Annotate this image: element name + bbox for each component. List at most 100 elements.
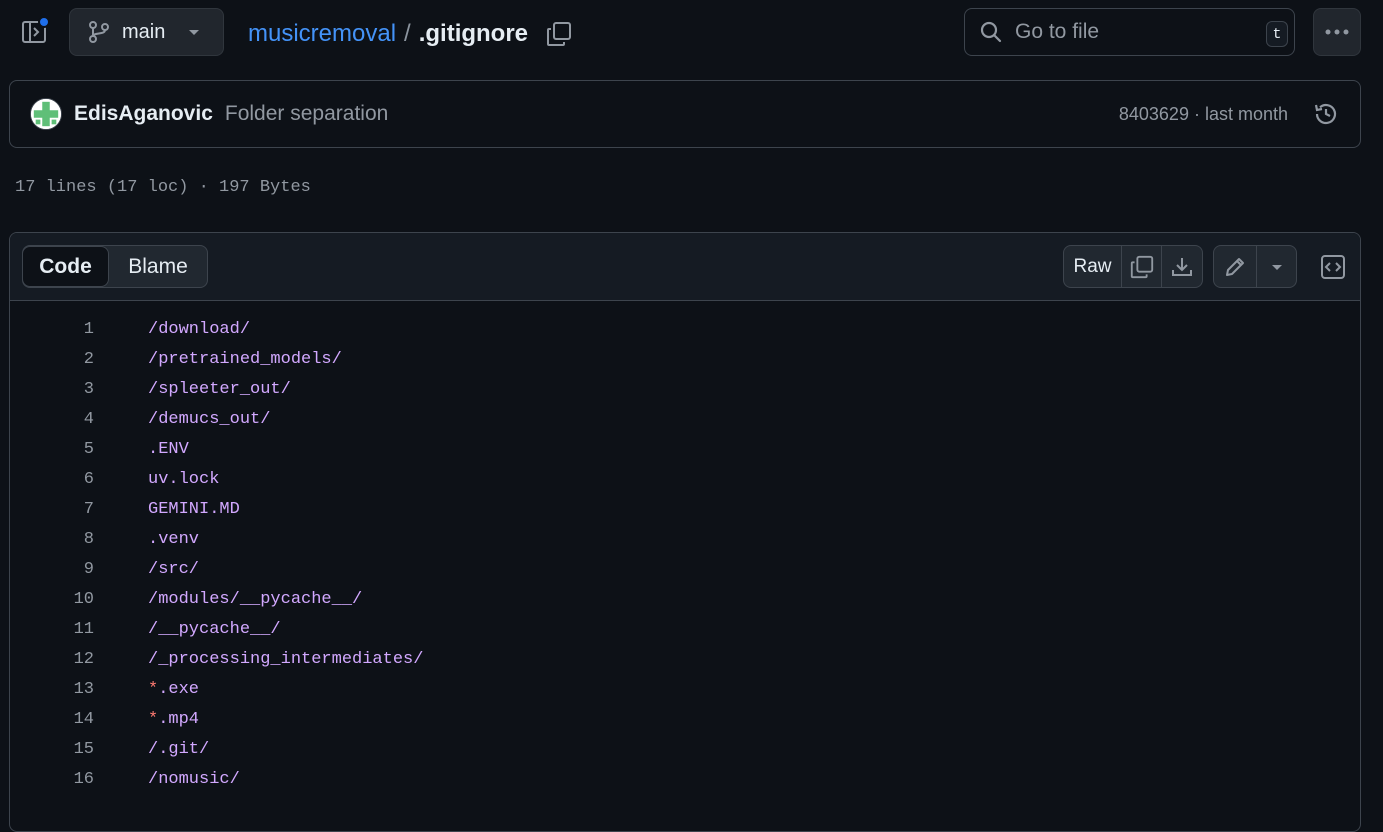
code-line: 2/pretrained_models/: [10, 344, 1360, 374]
line-content: *.mp4: [94, 710, 199, 729]
copy-path-button[interactable]: [545, 20, 573, 48]
path-token: .venv: [148, 529, 200, 549]
code-line: 1/download/: [10, 314, 1360, 344]
path-token: /pretrained_models/: [148, 349, 342, 369]
commit-author-link[interactable]: EdisAganovic: [74, 102, 213, 126]
code-line: 6 uv.lock: [10, 464, 1360, 494]
file-toolbar: Code Blame Raw: [10, 233, 1360, 301]
line-number[interactable]: 4: [10, 410, 94, 429]
git-branch-icon: [89, 21, 109, 43]
line-number[interactable]: 14: [10, 710, 94, 729]
code-line: 7 GEMINI.MD: [10, 494, 1360, 524]
breadcrumb: musicremoval / .gitignore: [248, 18, 528, 50]
code-view: 1/download/2/pretrained_models/3/spleete…: [10, 301, 1360, 794]
line-content: GEMINI.MD: [94, 500, 240, 519]
kebab-menu-icon: [1325, 29, 1349, 35]
line-content: /src/: [94, 560, 199, 579]
chevron-down-icon: [1271, 264, 1282, 270]
tab-code[interactable]: Code: [22, 246, 109, 287]
code-line: 11 /__pycache__/: [10, 614, 1360, 644]
line-number[interactable]: 11: [10, 620, 94, 639]
file-stats: 17 lines (17 loc) · 197 Bytes: [15, 178, 311, 197]
line-number[interactable]: 6: [10, 470, 94, 489]
copy-icon: [547, 22, 571, 46]
wildcard-token: *: [148, 709, 159, 729]
code-line: 15 /.git/: [10, 734, 1360, 764]
path-token: /modules/__pycache__/: [148, 589, 363, 609]
line-content: /pretrained_models/: [94, 350, 342, 369]
code-line: 14 *.mp4: [10, 704, 1360, 734]
branch-name: main: [122, 20, 166, 43]
edit-actions-group: [1213, 245, 1297, 288]
history-button[interactable]: [1312, 100, 1340, 128]
code-line: 5 .ENV: [10, 434, 1360, 464]
commit-hash-time[interactable]: 8403629 · last month: [1119, 104, 1288, 125]
line-number[interactable]: 8: [10, 530, 94, 549]
path-token: /spleeter_out/: [148, 379, 291, 399]
edit-options-dropdown[interactable]: [1256, 246, 1296, 287]
line-content: uv.lock: [94, 470, 219, 489]
symbols-panel-button[interactable]: [1311, 245, 1354, 288]
notification-dot: [38, 16, 50, 28]
line-content: .venv: [94, 530, 199, 549]
line-number[interactable]: 15: [10, 740, 94, 759]
path-token: /.git/: [148, 739, 210, 759]
top-bar: main musicremoval / .gitignore t: [0, 0, 1383, 70]
line-number[interactable]: 1: [10, 320, 94, 339]
line-number[interactable]: 16: [10, 770, 94, 789]
code-line: 16/nomusic/: [10, 764, 1360, 794]
line-number[interactable]: 7: [10, 500, 94, 519]
line-content: /demucs_out/: [94, 410, 270, 429]
code-line: 13 *.exe: [10, 674, 1360, 704]
download-icon: [1172, 257, 1192, 276]
branch-selector-button[interactable]: main: [69, 8, 224, 56]
pencil-icon: [1226, 257, 1244, 276]
edit-file-button[interactable]: [1214, 246, 1256, 287]
line-number[interactable]: 2: [10, 350, 94, 369]
line-content: /spleeter_out/: [94, 380, 291, 399]
breadcrumb-file-name: .gitignore: [418, 20, 529, 47]
path-token: .exe: [158, 679, 200, 699]
code-line: 4/demucs_out/: [10, 404, 1360, 434]
line-number[interactable]: 5: [10, 440, 94, 459]
code-line: 8 .venv: [10, 524, 1360, 554]
line-number[interactable]: 10: [10, 590, 94, 609]
search-icon: [980, 21, 1002, 43]
line-content: *.exe: [94, 680, 199, 699]
path-token: /src/: [148, 559, 200, 579]
line-number[interactable]: 9: [10, 560, 94, 579]
path-token: .mp4: [158, 709, 200, 729]
raw-button[interactable]: Raw: [1064, 246, 1121, 287]
code-square-icon: [1320, 254, 1345, 279]
copy-icon: [1130, 255, 1153, 278]
path-token: /nomusic/: [148, 769, 240, 789]
raw-actions-group: Raw: [1063, 245, 1203, 288]
go-to-file-search[interactable]: t: [964, 8, 1295, 56]
line-content: /modules/__pycache__/: [94, 590, 362, 609]
path-token: /_processing_intermediates/: [148, 649, 424, 669]
path-token: /demucs_out/: [148, 409, 271, 429]
download-raw-button[interactable]: [1161, 246, 1202, 287]
code-line: 10/modules/__pycache__/: [10, 584, 1360, 614]
copy-raw-button[interactable]: [1121, 246, 1161, 287]
path-token: .ENV: [148, 439, 189, 459]
commit-message-link[interactable]: Folder separation: [225, 102, 388, 126]
code-line: 3/spleeter_out/: [10, 374, 1360, 404]
go-to-file-input[interactable]: [1015, 20, 1255, 44]
line-content: .ENV: [94, 440, 189, 459]
keyboard-shortcut-hint: t: [1266, 21, 1288, 47]
view-switcher: Code Blame: [22, 245, 208, 288]
code-line: 12 /_processing_intermediates/: [10, 644, 1360, 674]
line-content: /_processing_intermediates/: [94, 650, 423, 669]
breadcrumb-repo-link[interactable]: musicremoval: [248, 20, 396, 48]
path-token: GEMINI.MD: [148, 499, 240, 519]
line-number[interactable]: 12: [10, 650, 94, 669]
line-content: /__pycache__/: [94, 620, 281, 639]
chevron-down-icon: [189, 30, 200, 35]
line-number[interactable]: 3: [10, 380, 94, 399]
line-number[interactable]: 13: [10, 680, 94, 699]
tab-blame[interactable]: Blame: [109, 246, 207, 287]
identicon-icon: [31, 99, 61, 129]
avatar[interactable]: [30, 98, 62, 130]
more-options-button[interactable]: [1313, 8, 1361, 56]
